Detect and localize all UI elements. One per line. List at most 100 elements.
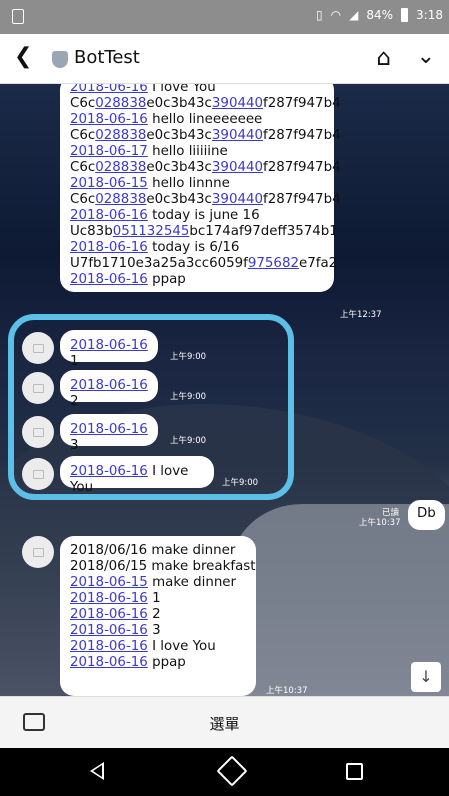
- message-line: C6c028838e0c3b43c390440f287f947b4: [70, 96, 341, 112]
- shield-icon: [52, 51, 68, 68]
- message-text: Uc83b: [70, 224, 113, 239]
- message-link[interactable]: 2018-06-16: [70, 655, 148, 670]
- message-line: 2018-06-16 1: [70, 591, 246, 607]
- message-text: 2018/06/16 make dinner: [70, 543, 236, 558]
- signal-icon: ◢: [349, 8, 359, 22]
- message-link[interactable]: 2018-06-16: [70, 112, 148, 127]
- message-line: 2018-06-16 I love You: [70, 84, 324, 96]
- message-line: C6c028838e0c3b43c390440f287f947b4: [70, 128, 341, 144]
- nav-recent-icon[interactable]: [346, 763, 363, 780]
- message-bubble: 2018-06-16 2: [60, 370, 158, 409]
- message-text: e0c3b43c: [146, 160, 212, 175]
- message-line: 2018/06/15 make breakfast: [70, 559, 256, 575]
- my-message-text: Db: [417, 506, 436, 521]
- message-link[interactable]: 028838: [95, 192, 146, 207]
- message-link[interactable]: 390440: [212, 160, 263, 175]
- message-link[interactable]: 2018-06-15: [70, 575, 148, 590]
- bot-avatar[interactable]: [22, 332, 54, 364]
- bot-avatar[interactable]: [22, 416, 54, 448]
- status-icons: ▯ ◠ ◢ 84% 3:18: [316, 8, 443, 22]
- message-line: 2018-06-16 hello lineeeeeee: [70, 112, 324, 128]
- message-text: 1: [70, 354, 79, 369]
- nav-home-icon[interactable]: [216, 755, 248, 787]
- message-line: 2018-06-16 3: [70, 623, 246, 639]
- message-line: 2018-06-16 I love You: [70, 639, 246, 655]
- message-bubble: 2018-06-16 I love You: [60, 456, 214, 495]
- message-time: 上午9:00: [170, 352, 207, 362]
- message-bubble-todo: 2018/06/16 make dinner 2018/06/15 make br…: [60, 536, 256, 696]
- chevron-down-icon[interactable]: ⌄: [417, 44, 435, 69]
- message-line: U7fb1710e3a25a3cc6059f975682e7fa2: [70, 256, 337, 272]
- message-link[interactable]: 2018-06-16: [70, 591, 148, 606]
- message-text: make dinner: [147, 575, 237, 590]
- message-text: 3: [147, 623, 161, 638]
- message-text: I love You: [147, 84, 216, 95]
- message-text: 2018/06/15 make breakfast: [70, 559, 256, 574]
- message-link[interactable]: 390440: [212, 192, 263, 207]
- message-link[interactable]: 2018-06-16: [70, 208, 148, 223]
- message-line: 2018/06/16 make dinner: [70, 543, 246, 559]
- message-line: Uc83b051132545bc174af97deff3574b1: [70, 224, 338, 240]
- home-icon[interactable]: ⌂: [376, 45, 391, 71]
- message-link[interactable]: 051132545: [113, 224, 190, 239]
- message-link[interactable]: 2018-06-16: [70, 272, 148, 287]
- message-link[interactable]: 2018-06-15: [70, 176, 148, 191]
- message-text: bc174af97deff3574b1: [189, 224, 338, 239]
- message-text: C6c: [70, 128, 96, 143]
- nav-back-icon[interactable]: [90, 762, 104, 780]
- message-text: hello lineeeeeee: [147, 112, 263, 127]
- message-text: e7fa2: [298, 256, 338, 271]
- message-link[interactable]: 028838: [95, 96, 146, 111]
- message-link[interactable]: 2018-06-16: [70, 623, 148, 638]
- message-link[interactable]: 028838: [95, 160, 146, 175]
- clock: 3:18: [416, 8, 443, 22]
- message-bubble: 2018-06-16 3: [60, 414, 158, 453]
- battery-percent: 84%: [366, 8, 394, 22]
- message-link[interactable]: 2018-06-16: [70, 338, 148, 353]
- message-text: e0c3b43c: [146, 192, 212, 207]
- bot-avatar[interactable]: [22, 536, 54, 568]
- message-link[interactable]: 2018-06-16: [70, 422, 148, 437]
- message-link[interactable]: 2018-06-16: [70, 607, 148, 622]
- message-link[interactable]: 028838: [95, 128, 146, 143]
- message-line: 2018-06-15 hello linnne: [70, 176, 324, 192]
- my-message-time: 上午10:37: [359, 518, 401, 528]
- chat-title: BotTest: [74, 47, 140, 68]
- menu-button[interactable]: 選單: [0, 713, 449, 734]
- message-link[interactable]: 390440: [212, 128, 263, 143]
- message-link[interactable]: 2018-06-16: [70, 378, 148, 393]
- message-line: C6c028838e0c3b43c390440f287f947b4: [70, 192, 341, 208]
- message-text: ppap: [147, 655, 186, 670]
- wifi-icon: ◠: [330, 8, 342, 22]
- message-link[interactable]: 975682: [248, 256, 299, 271]
- message-time: 上午9:00: [170, 392, 207, 402]
- message-text: e0c3b43c: [146, 128, 212, 143]
- message-link[interactable]: 2018-06-17: [70, 144, 148, 159]
- bot-avatar[interactable]: [22, 458, 54, 490]
- message-link[interactable]: 2018-06-16: [70, 84, 148, 95]
- message-line: 2018-06-16 2: [70, 607, 246, 623]
- message-link[interactable]: 2018-06-16: [70, 240, 148, 255]
- message-line: 2018-06-16 ppap: [70, 655, 246, 671]
- message-link[interactable]: 2018-06-16: [70, 464, 148, 479]
- my-message-bubble[interactable]: Db: [408, 500, 445, 530]
- message-link[interactable]: 2018-06-16: [70, 639, 148, 654]
- message-text: C6c: [70, 96, 96, 111]
- message-line: 2018-06-16 today is 6/16: [70, 240, 324, 256]
- message-text: f287f947b4: [263, 128, 341, 143]
- message-bubble-history: 2018-06-16 I love You C6c028838e0c3b43c39…: [60, 84, 341, 292]
- message-link[interactable]: 390440: [212, 96, 263, 111]
- status-bar: ▯ ◠ ◢ 84% 3:18: [0, 0, 449, 34]
- message-text: f287f947b4: [263, 192, 341, 207]
- message-time: 上午10:37: [266, 686, 308, 696]
- bot-avatar[interactable]: [22, 372, 54, 404]
- chevron-left-icon[interactable]: ❮: [14, 44, 32, 69]
- message-line: 2018-06-16 ppap: [70, 272, 324, 288]
- chat-area[interactable]: 2018-06-16 I love You C6c028838e0c3b43c39…: [0, 84, 449, 696]
- message-text: hello liiiiine: [147, 144, 228, 159]
- arrow-down-icon[interactable]: ↓: [411, 662, 441, 692]
- message-line: 2018-06-17 hello liiiiine: [70, 144, 324, 160]
- message-text: 2: [70, 394, 79, 409]
- message-time: 上午12:37: [340, 310, 382, 320]
- message-text: e0c3b43c: [146, 96, 212, 111]
